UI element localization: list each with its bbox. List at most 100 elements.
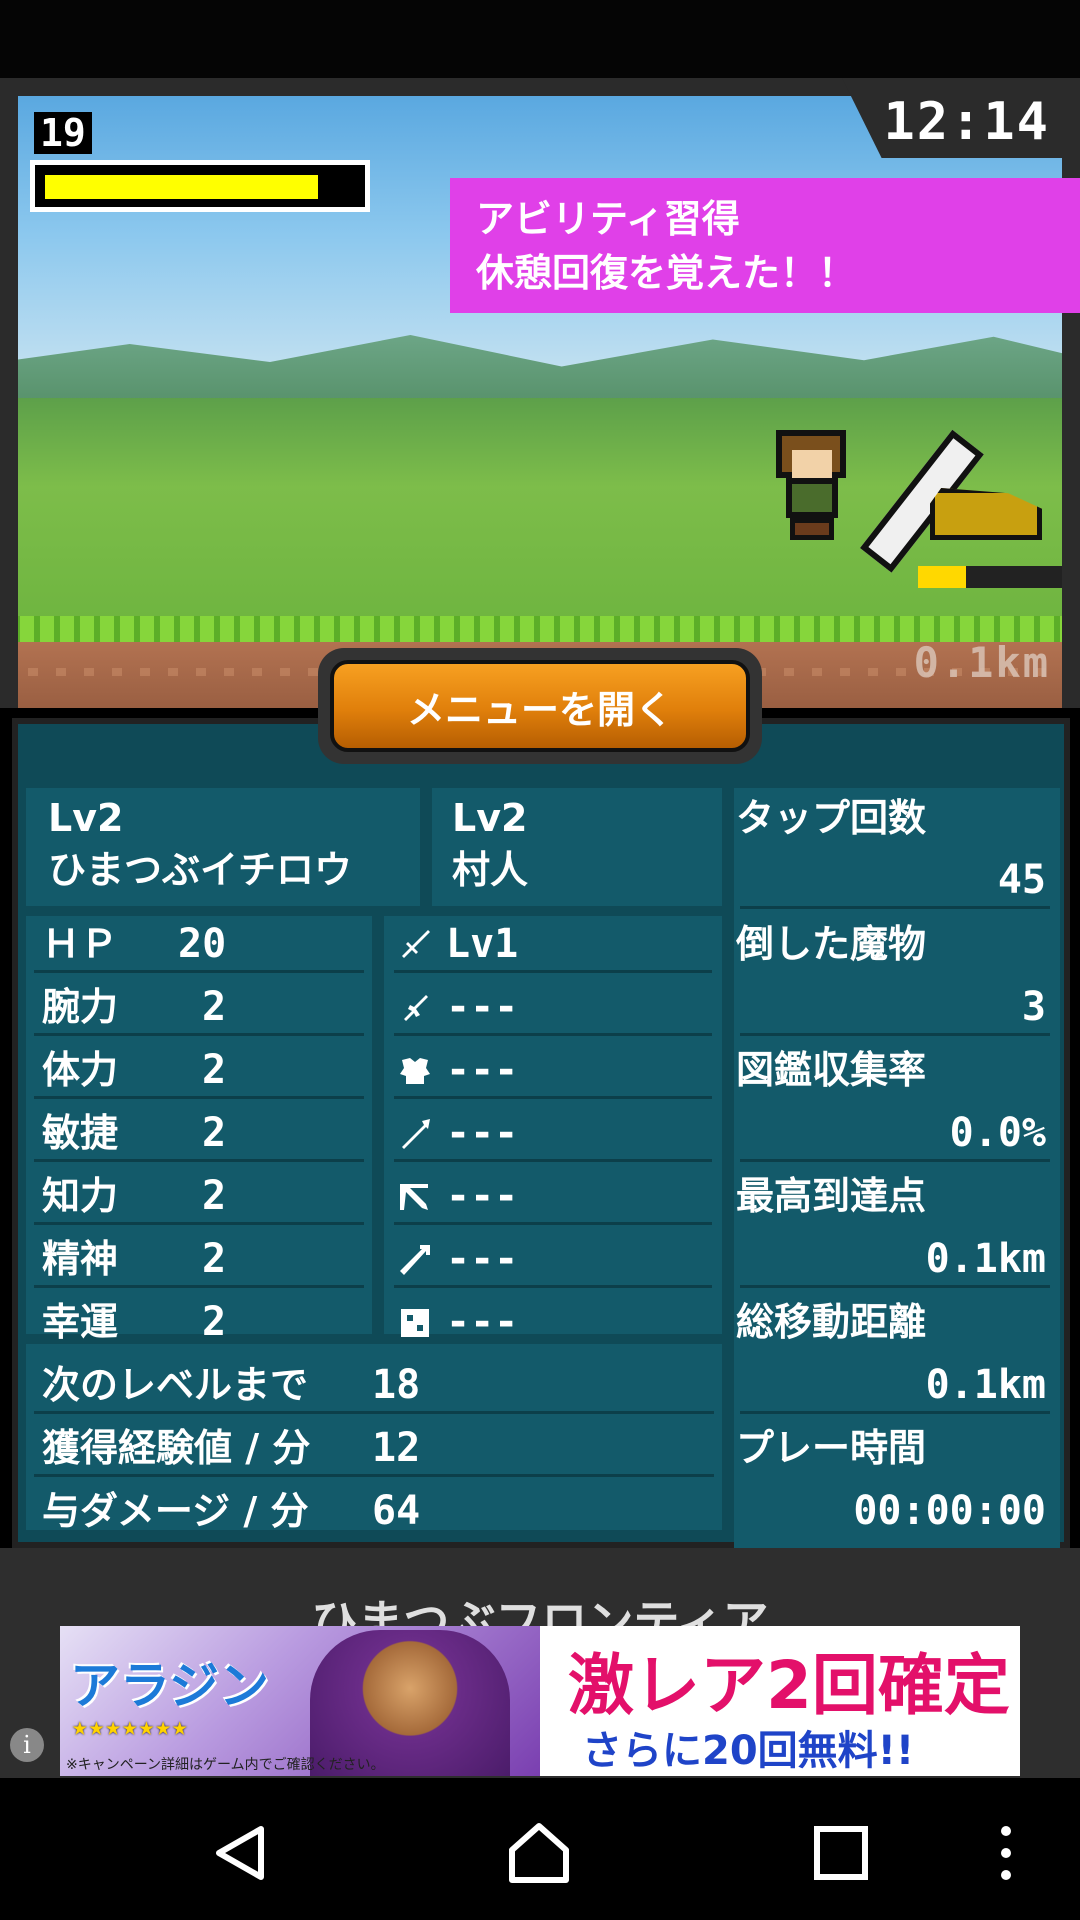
spear-icon: [402, 1119, 430, 1149]
equipment-cell: [384, 916, 722, 1334]
equipment-value: ---: [446, 1173, 519, 1219]
status-bar: [0, 0, 1080, 78]
stat-value: 2: [202, 1236, 227, 1282]
row-divider: [394, 1285, 712, 1288]
recents-button[interactable]: [796, 1808, 886, 1898]
hero-body: [786, 478, 838, 518]
ad-banner-right[interactable]: 激レア2回確定 さらに20回無料!!: [546, 1626, 1020, 1776]
stat-label: 幸運: [42, 1300, 119, 1344]
row-divider: [740, 1159, 1050, 1162]
wand-icon: [400, 1245, 430, 1275]
record-value: 00:00:00: [853, 1488, 1046, 1534]
home-button[interactable]: [494, 1808, 584, 1898]
row-divider: [34, 1285, 364, 1288]
row-divider: [740, 906, 1050, 909]
player-level: 19: [34, 112, 92, 154]
row-divider: [394, 1222, 712, 1225]
overflow-button[interactable]: [976, 1808, 1036, 1898]
record-value: 45: [997, 857, 1046, 903]
stat-label: 腕力: [42, 985, 119, 1029]
stat-value: 2: [202, 1047, 227, 1093]
record-label: 総移動距離: [736, 1300, 927, 1344]
navigation-bar: [0, 1778, 1080, 1920]
progress-label: 与ダメージ / 分: [42, 1489, 309, 1533]
more-vertical-icon: [1001, 1826, 1011, 1880]
recents-icon: [814, 1826, 868, 1880]
ability-notice: アビリティ習得 休憩回復を覚えた！！: [450, 178, 1080, 313]
progress-value: 64: [372, 1488, 421, 1534]
hero-face: [792, 450, 832, 478]
row-divider: [394, 1159, 712, 1162]
dagger-icon: [404, 995, 428, 1021]
game-scene[interactable]: 19 12:14 アビリティ習得 休憩回復を覚えた！！ 0.1km: [0, 78, 1080, 708]
record-label: プレー時間: [736, 1426, 927, 1470]
row-divider: [34, 1474, 714, 1477]
stage-progress-fill: [918, 566, 966, 588]
character-name: ひまつぶイチロウ: [48, 848, 353, 892]
frame-left: [0, 78, 18, 708]
equipment-value: ---: [446, 1299, 519, 1345]
ad-stars: ★★★★★★★: [72, 1712, 189, 1742]
progress-label: 次のレベルまで: [42, 1363, 309, 1407]
stat-label: 精神: [42, 1237, 119, 1281]
status-panel: Lv2 ひまつぶイチロウ Lv2 村人 ＨＰ 20 腕力 2 体力 2 敏捷 2…: [12, 718, 1070, 1834]
info-icon[interactable]: i: [10, 1728, 44, 1762]
character-level: Lv2: [48, 796, 124, 840]
stat-label: 敏捷: [42, 1111, 119, 1155]
row-divider: [34, 1222, 364, 1225]
row-divider: [740, 1033, 1050, 1036]
stat-label: ＨＰ: [42, 922, 119, 966]
distance-readout: 0.1km: [913, 638, 1050, 687]
ad-headline: 激レア2回確定: [568, 1647, 1010, 1724]
armor-icon: [400, 1058, 430, 1084]
equipment-value: Lv1: [446, 921, 519, 967]
row-divider: [34, 1033, 364, 1036]
hp-bar-fill: [45, 175, 318, 199]
back-icon: [216, 1826, 264, 1880]
stat-value: 2: [202, 1110, 227, 1156]
notice-message: 休憩回復を覚えた！！: [476, 251, 857, 295]
progress-label: 獲得経験値 / 分: [42, 1426, 311, 1470]
sword-icon: [402, 930, 430, 958]
row-divider: [34, 1159, 364, 1162]
notice-title: アビリティ習得: [476, 197, 740, 241]
home-icon: [509, 1823, 569, 1883]
progress-value: 18: [372, 1362, 421, 1408]
record-label: 倒した魔物: [736, 922, 927, 966]
ad-banner-left[interactable]: アラジン ★★★★★★★ ※キャンペーン詳細はゲーム内でご確認ください。: [60, 1626, 540, 1776]
equipment-value: ---: [446, 1236, 519, 1282]
job-name: 村人: [452, 848, 529, 892]
open-menu-button[interactable]: メニューを開く: [318, 648, 762, 764]
record-value: 3: [1021, 984, 1046, 1030]
equipment-value: ---: [446, 984, 519, 1030]
ad-subline: さらに20回無料!!: [582, 1728, 915, 1774]
ad-note: ※キャンペーン詳細はゲーム内でご確認ください。: [66, 1757, 385, 1773]
row-divider: [394, 1096, 712, 1099]
open-menu-label: メニューを開く: [406, 687, 673, 732]
record-value: 0.1km: [925, 1362, 1046, 1408]
stat-value: 2: [202, 1173, 227, 1219]
record-value: 0.1km: [925, 1236, 1046, 1282]
dice-icon: [401, 1309, 429, 1337]
hp-bar: [30, 160, 370, 212]
record-label: 最高到達点: [736, 1174, 927, 1218]
open-menu-button-face[interactable]: メニューを開く: [330, 660, 750, 752]
row-divider: [34, 1096, 364, 1099]
record-label: タップ回数: [736, 796, 927, 840]
back-button[interactable]: [196, 1808, 286, 1898]
row-divider: [394, 1033, 712, 1036]
equipment-value: ---: [446, 1110, 519, 1156]
ad-brand: アラジン: [70, 1657, 269, 1715]
row-divider: [34, 1411, 714, 1414]
stat-label: 知力: [42, 1174, 119, 1218]
bow-icon: [400, 1184, 428, 1210]
stat-value: 2: [202, 984, 227, 1030]
stage-progress-bar: [918, 566, 1062, 588]
ad-banner[interactable]: アラジン ★★★★★★★ ※キャンペーン詳細はゲーム内でご確認ください。 激レア…: [60, 1626, 1020, 1776]
hero-sprite: [776, 430, 846, 540]
row-divider: [740, 1285, 1050, 1288]
stat-label: 体力: [42, 1048, 119, 1092]
frame-right: [1062, 78, 1080, 708]
hero-legs: [790, 518, 834, 540]
progress-value: 12: [372, 1425, 421, 1471]
